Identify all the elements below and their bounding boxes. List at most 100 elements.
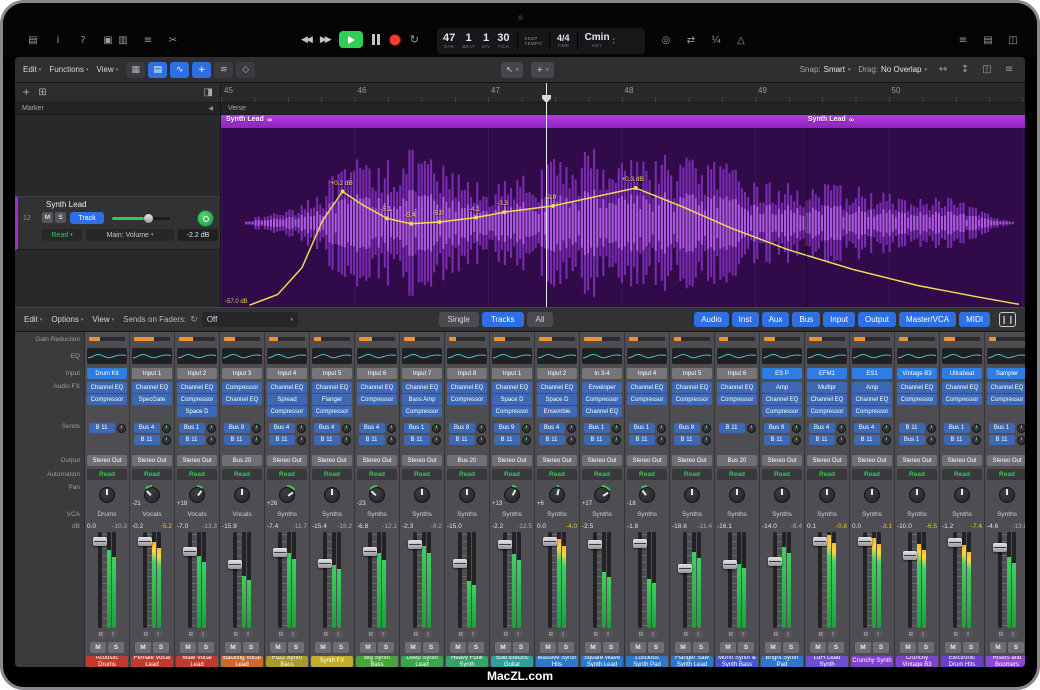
record-enable-button[interactable]: R xyxy=(232,630,241,639)
input-slot[interactable]: Input 5 xyxy=(672,368,712,379)
send-slot[interactable]: B 11 xyxy=(314,435,340,445)
fader[interactable] xyxy=(638,532,642,628)
record-enable-button[interactable]: R xyxy=(637,630,646,639)
marker-lane-header[interactable]: Marker ◀ xyxy=(15,103,220,115)
pan-knob[interactable] xyxy=(322,485,342,505)
plugin-slot[interactable]: Multipr xyxy=(807,382,847,393)
eq-thumbnail[interactable] xyxy=(85,346,129,366)
mute-button[interactable]: M xyxy=(42,212,53,223)
send-slot[interactable]: Bus 8 xyxy=(224,423,250,433)
command-click-tool-menu[interactable]: +▾ xyxy=(531,62,553,78)
send-knob[interactable] xyxy=(297,436,306,445)
track-name[interactable]: Synth FX xyxy=(311,656,353,667)
input-monitor-button[interactable]: I xyxy=(154,630,163,639)
input-slot[interactable]: Input 5 xyxy=(312,368,352,379)
solo-button[interactable]: S xyxy=(963,642,979,653)
send-knob[interactable] xyxy=(1017,424,1026,433)
plugin-slot[interactable]: Amp xyxy=(762,382,802,393)
send-knob[interactable] xyxy=(1017,436,1026,445)
input-monitor-button[interactable]: I xyxy=(739,630,748,639)
record-enable-button[interactable]: R xyxy=(502,630,511,639)
send-slot[interactable]: Bus 8 xyxy=(449,423,475,433)
solo-button[interactable]: S xyxy=(378,642,394,653)
send-slot[interactable]: Bus 4 xyxy=(809,423,835,433)
eq-thumbnail[interactable] xyxy=(715,346,759,366)
fader[interactable] xyxy=(863,532,867,628)
input-monitor-button[interactable]: I xyxy=(919,630,928,639)
lcd-time-signature[interactable]: 4/4TIME xyxy=(557,34,570,49)
input-slot[interactable]: Drum Kit xyxy=(87,368,127,379)
record-enable-button[interactable]: R xyxy=(817,630,826,639)
track-header-synth-lead[interactable]: Synth Lead 12 M S Track Read▾ Main: Volu… xyxy=(15,196,220,250)
input-monitor-button[interactable]: I xyxy=(109,630,118,639)
mute-button[interactable]: M xyxy=(270,642,286,653)
automation-mode-button[interactable]: Read xyxy=(762,469,802,480)
track-name[interactable]: Massive Synth Hits xyxy=(536,656,578,667)
send-knob[interactable] xyxy=(657,424,666,433)
send-slot[interactable]: Bus 9 xyxy=(764,423,790,433)
pan-knob[interactable] xyxy=(502,485,522,505)
record-enable-button[interactable]: R xyxy=(322,630,331,639)
send-slot[interactable]: B 11 xyxy=(404,435,430,445)
track-name[interactable]: Flanger Saw Synth Lead xyxy=(671,656,713,667)
output-slot[interactable]: Stereo Out xyxy=(807,455,847,466)
plugin-slot[interactable]: Channel EQ xyxy=(87,382,127,393)
input-slot[interactable]: Input 6 xyxy=(357,368,397,379)
fader-handle[interactable] xyxy=(543,537,557,546)
mute-button[interactable]: M xyxy=(765,642,781,653)
mute-button[interactable]: M xyxy=(405,642,421,653)
plugin-slot[interactable]: Flanger xyxy=(312,394,352,405)
fader[interactable] xyxy=(953,532,957,628)
plugin-slot[interactable]: Bass Amp xyxy=(402,394,442,405)
pan-knob[interactable] xyxy=(412,485,432,505)
plugin-slot[interactable]: Channel EQ xyxy=(222,394,262,405)
fader[interactable] xyxy=(503,532,507,628)
solo-button[interactable]: S xyxy=(198,642,214,653)
output-slot[interactable]: Stereo Out xyxy=(132,455,172,466)
send-knob[interactable] xyxy=(972,424,981,433)
lcd-tempo[interactable]: KEEPTEMPO xyxy=(525,36,543,47)
mute-button[interactable]: M xyxy=(360,642,376,653)
input-monitor-button[interactable]: I xyxy=(829,630,838,639)
mute-button[interactable]: M xyxy=(450,642,466,653)
input-slot[interactable]: Input 4 xyxy=(267,368,307,379)
automation-curves-icon[interactable]: ∿ xyxy=(170,62,189,78)
plugin-slot[interactable]: Compressor xyxy=(582,394,622,405)
mute-button[interactable]: M xyxy=(585,642,601,653)
mute-button[interactable]: M xyxy=(225,642,241,653)
marquee-tool-icon[interactable]: + xyxy=(192,62,211,78)
solo-button[interactable]: S xyxy=(1008,642,1024,653)
automation-mode-button[interactable]: Read xyxy=(267,469,307,480)
input-slot[interactable]: ES1 xyxy=(852,368,892,379)
output-slot[interactable]: Stereo Out xyxy=(537,455,577,466)
record-enable-button[interactable]: R xyxy=(592,630,601,639)
send-slot[interactable]: Bus 4 xyxy=(539,423,565,433)
plugin-slot[interactable]: Channel EQ xyxy=(357,382,397,393)
send-slot[interactable]: B 11 xyxy=(89,423,115,433)
fader[interactable] xyxy=(728,532,732,628)
solo-button[interactable]: S xyxy=(828,642,844,653)
pan-knob[interactable] xyxy=(817,485,837,505)
eq-thumbnail[interactable] xyxy=(220,346,264,366)
plugin-slot[interactable]: SpecGate xyxy=(132,394,172,405)
eq-thumbnail[interactable] xyxy=(445,346,489,366)
send-knob[interactable] xyxy=(972,436,981,445)
output-slot[interactable]: Stereo Out xyxy=(357,455,397,466)
solo-mode-icon[interactable]: ◎ xyxy=(658,34,674,48)
automation-mode-button[interactable]: Read xyxy=(537,469,577,480)
fader[interactable] xyxy=(683,532,687,628)
automation-mode-button[interactable]: Read xyxy=(672,469,712,480)
pan-knob[interactable] xyxy=(97,485,117,505)
solo-button[interactable]: S xyxy=(55,212,66,223)
send-slot[interactable]: B 11 xyxy=(179,435,205,445)
input-slot[interactable]: Input 8 xyxy=(447,368,487,379)
solo-button[interactable]: S xyxy=(333,642,349,653)
input-monitor-button[interactable]: I xyxy=(784,630,793,639)
plugin-slot[interactable]: Channel EQ xyxy=(447,382,487,393)
track-name[interactable]: Bright Synth Pad xyxy=(761,656,803,667)
output-slot[interactable]: Bus 20 xyxy=(717,455,757,466)
send-knob[interactable] xyxy=(207,436,216,445)
plugin-slot[interactable]: Space D xyxy=(537,394,577,405)
catch-icon[interactable]: ◇ xyxy=(236,62,255,78)
pan-knob[interactable] xyxy=(637,485,657,505)
